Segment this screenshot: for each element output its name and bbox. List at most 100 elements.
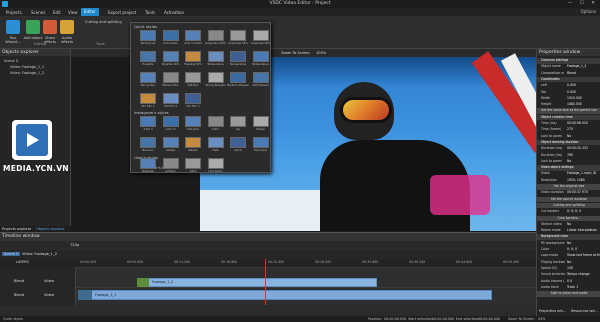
style-tile[interactable]	[185, 93, 201, 104]
style-tile[interactable]	[230, 30, 246, 41]
property-value[interactable]: 00:00:37.970	[567, 190, 588, 194]
property-row[interactable]: Top 0.000	[537, 90, 600, 96]
style-tile[interactable]	[140, 158, 156, 169]
menu-editor[interactable]: Editor	[81, 8, 99, 16]
style-tile[interactable]	[252, 51, 269, 62]
property-button[interactable]: Set the original size	[537, 184, 600, 190]
zoom-percent[interactable]: 100%	[316, 51, 326, 55]
style-tile[interactable]	[185, 51, 201, 62]
tree-video-1[interactable]: Video: Footage_1_1	[10, 65, 44, 69]
style-tile[interactable]	[162, 158, 179, 169]
property-value[interactable]: Track 1	[567, 285, 578, 289]
zoom-select[interactable]: Zoom To Screen	[281, 51, 310, 55]
property-row[interactable]: Lock to paren No	[537, 159, 600, 165]
tab-projects-explorer[interactable]: Projects explorer	[2, 227, 31, 231]
style-tile[interactable]	[140, 137, 156, 148]
property-row[interactable]: Fill background No	[537, 241, 600, 247]
property-row[interactable]: Playing backwa No	[537, 260, 600, 266]
video-effects-icon[interactable]	[43, 20, 57, 34]
property-row[interactable]: Left 0.000	[537, 83, 600, 89]
style-tile[interactable]	[252, 72, 269, 83]
track-1-layer[interactable]: Blend	[14, 279, 24, 283]
property-row[interactable]: Video Footage_1.mp4; ID	[537, 171, 600, 177]
style-tile[interactable]	[162, 93, 179, 104]
property-button[interactable]: Split to video and audio	[537, 291, 600, 297]
property-row[interactable]: Resize mode Linear interpolation	[537, 228, 600, 234]
property-value[interactable]: 100	[567, 266, 573, 270]
tab-scene-0[interactable]: Scene 0	[2, 252, 21, 256]
style-tile[interactable]	[162, 51, 179, 62]
style-tile[interactable]	[230, 72, 246, 83]
property-value[interactable]: Footage_1_2	[567, 64, 586, 68]
style-tile[interactable]	[185, 30, 201, 41]
property-value[interactable]: No	[567, 134, 571, 138]
property-row[interactable]: Duration (ms) 00:00:25.333	[537, 146, 600, 152]
property-row[interactable]: Color 0; 0; 0	[537, 247, 600, 253]
property-value[interactable]: 00:00:08.920	[567, 121, 588, 125]
style-tile[interactable]	[252, 137, 269, 148]
style-tile[interactable]	[140, 72, 156, 83]
property-row[interactable]: Lock to paren No	[537, 134, 600, 140]
property-row[interactable]: Duration (fra) 760	[537, 153, 600, 159]
property-row[interactable]: Height 1080.000	[537, 102, 600, 108]
property-value[interactable]: Linear interpolation	[567, 228, 597, 232]
status-zoom[interactable]: Zoom To Screen	[508, 317, 534, 321]
property-value[interactable]: Show last frame at th	[567, 253, 600, 257]
property-row[interactable]: Composition m Blend	[537, 71, 600, 77]
property-row[interactable]: Time (ms) 00:00:08.920	[537, 121, 600, 127]
property-value[interactable]: 0; 0; 0; 0	[567, 209, 581, 213]
property-value[interactable]: 760	[567, 153, 573, 157]
property-value[interactable]: 1920; 1080	[567, 178, 585, 182]
options-menu[interactable]: Options	[581, 9, 596, 14]
style-tile[interactable]	[207, 30, 224, 41]
style-tile[interactable]	[185, 158, 201, 169]
property-value[interactable]: 0.000	[567, 83, 576, 87]
style-tile[interactable]	[162, 116, 179, 127]
property-row[interactable]: Object name Footage_1_2	[537, 64, 600, 70]
property-row[interactable]: Width 1920.000	[537, 96, 600, 102]
style-tile[interactable]	[207, 72, 224, 83]
style-tile[interactable]	[230, 116, 246, 127]
menu-activation[interactable]: Activation	[164, 10, 184, 15]
tree-scene[interactable]: Scene 0	[4, 59, 18, 63]
properties-tab[interactable]: Properties win...	[539, 309, 566, 313]
property-row[interactable]: Sound stretchin Tempo change	[537, 272, 600, 278]
style-tile[interactable]	[252, 116, 269, 127]
property-row[interactable]: Audio track Track 1	[537, 285, 600, 291]
menu-view[interactable]: View	[68, 10, 78, 15]
menu-tools[interactable]: Tools	[145, 10, 155, 15]
property-row[interactable]: Resolution 1920; 1080	[537, 178, 600, 184]
style-tile[interactable]	[207, 116, 224, 127]
property-button[interactable]: Cutting and splitting	[537, 202, 600, 209]
menu-edit[interactable]: Edit	[53, 10, 61, 15]
property-row[interactable]: Speed (%) 100	[537, 266, 600, 272]
style-tile[interactable]	[140, 116, 156, 127]
tree-video-2[interactable]: Video: Footage_1_2	[10, 71, 44, 75]
status-zoom-percent[interactable]: 54%	[538, 317, 545, 321]
style-tile[interactable]	[140, 51, 156, 62]
style-tile[interactable]	[140, 93, 156, 104]
property-value[interactable]: 270	[567, 127, 573, 131]
resolution-select[interactable]: 720p	[70, 243, 79, 247]
style-tile[interactable]	[252, 30, 269, 41]
property-row[interactable]: Video duration 00:00:37.970	[537, 190, 600, 196]
property-value[interactable]: 0.0	[567, 279, 572, 283]
property-value[interactable]: Tempo change	[567, 272, 590, 276]
style-tile[interactable]	[185, 116, 201, 127]
property-value[interactable]: 1080.000	[567, 102, 582, 106]
property-value[interactable]: No	[567, 222, 571, 226]
style-tile[interactable]	[162, 137, 179, 148]
property-value[interactable]: No	[567, 241, 571, 245]
playhead-cursor[interactable]	[265, 259, 266, 305]
property-button[interactable]: Set the source duration	[537, 196, 600, 203]
property-row[interactable]: Time (frame) 270	[537, 127, 600, 133]
property-value[interactable]: No	[567, 260, 571, 264]
clip-footage-1-2[interactable]: Footage_1_2	[137, 278, 377, 287]
clip-footage-1-1[interactable]: Footage_1_1	[78, 290, 492, 300]
property-button[interactable]: Set the same size as the parent has	[537, 108, 600, 114]
property-row[interactable]: Cut borders 0; 0; 0; 0	[537, 209, 600, 215]
tab-footage[interactable]: Video: Footage_1_2	[22, 252, 57, 256]
style-tile[interactable]	[185, 137, 201, 148]
style-tile[interactable]	[207, 158, 224, 169]
style-tile[interactable]	[207, 51, 224, 62]
